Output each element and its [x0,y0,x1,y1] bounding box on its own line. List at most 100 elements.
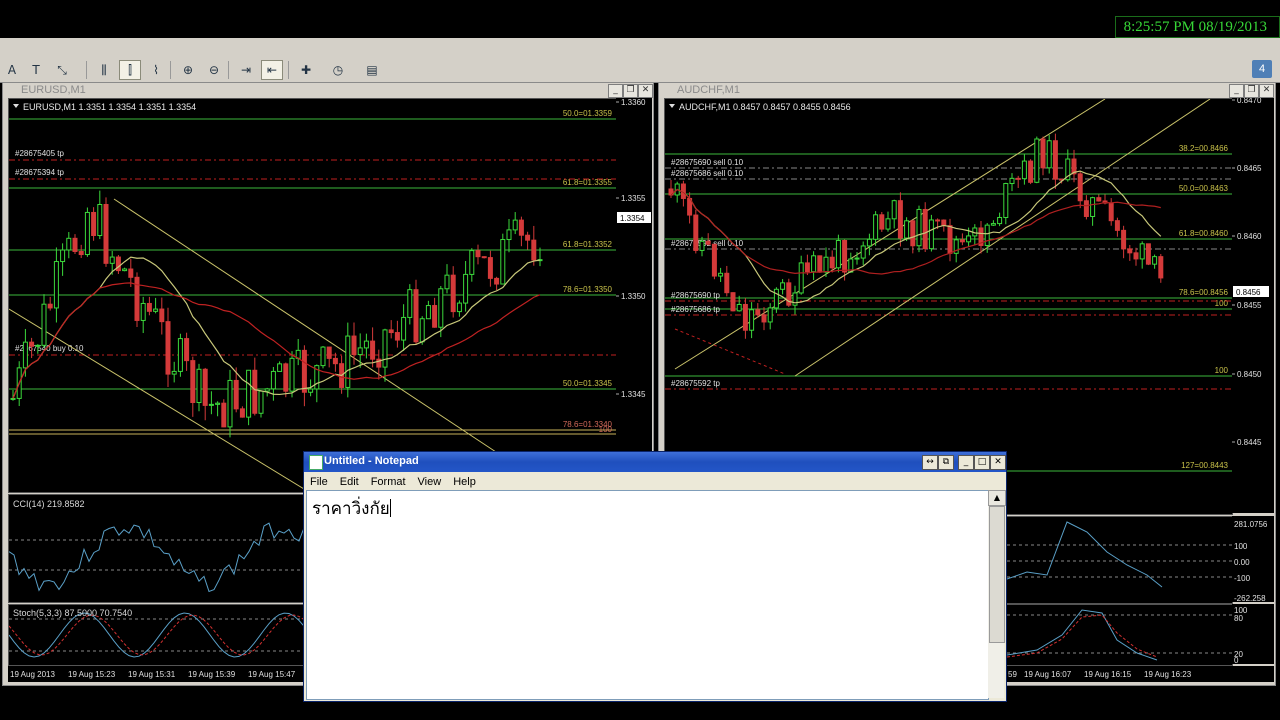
scroll-up-arrow-icon[interactable]: ▲ [988,490,1006,506]
fibo-level-label: 78.6=00.8456 [1179,288,1229,297]
cci-tick-label: -100 [1234,574,1251,583]
candle-body [1096,197,1102,202]
audchf-cci-axis: 281.0756 100 0.00 -100 -262.258 [1232,516,1274,603]
chart-shift-icon[interactable]: ⇤ [261,60,283,80]
candle-body [1114,220,1120,231]
resize-arrows-button[interactable]: ↔ [922,455,938,470]
candle-body [41,303,47,346]
candle-body [966,235,972,243]
notepad-title-bar[interactable]: Untitled - Notepad ↔ ⧉ _ □ ✕ [304,452,1006,472]
candle-body [184,338,190,362]
candle-body [413,289,419,343]
candle-body [146,302,152,312]
notepad-window[interactable]: Untitled - Notepad ↔ ⧉ _ □ ✕ File Edit For… [303,451,1007,702]
notification-badge[interactable]: 4 [1252,60,1272,78]
cci-line [8,522,305,593]
notepad-menu-bar: File Edit Format View Help [304,472,1006,490]
candle-body [165,321,171,375]
current-price-label: 1.3354 [620,214,645,223]
eurusd-window-caption: EURUSD,M1 _ ❐ ✕ [3,83,653,98]
candle-body [742,303,748,331]
text-label-icon[interactable]: T [26,61,46,79]
candle-body [332,357,338,365]
menu-help[interactable]: Help [447,473,482,491]
maximize-button[interactable]: □ [974,455,990,470]
menu-format[interactable]: Format [365,473,412,491]
minimize-button[interactable]: _ [608,84,623,98]
candle-body [755,309,761,316]
close-button[interactable]: ✕ [638,84,653,98]
audchf-stoch-pane[interactable] [1006,604,1233,666]
candle-body [730,292,736,312]
close-button[interactable]: ✕ [990,455,1006,470]
close-button[interactable]: ✕ [1259,84,1274,98]
notepad-text-area[interactable]: ราคาวิ่งกัย [306,490,989,700]
candle-body [494,277,500,285]
trend-line [674,328,786,375]
candle-body [233,379,239,410]
audchf-stoch-axis: 100 80 20 0 [1232,604,1274,665]
vertical-scrollbar[interactable]: ▲ [988,490,1006,698]
time-tick-label: 19 Aug 16:23 [1144,670,1192,679]
candle-body [947,225,953,254]
fibo-level-label: 100 [599,425,613,434]
bar-chart-icon[interactable]: ⫼ [94,61,114,79]
eurusd-cci-pane[interactable]: CCI(14) 219.8582 [8,494,305,603]
restore-button[interactable]: ❐ [1244,84,1259,98]
menu-view[interactable]: View [412,473,448,491]
candle-body [1009,177,1015,185]
zoom-in-icon[interactable]: ⊕ [178,61,198,79]
candle-body [326,346,332,359]
candle-body [401,316,407,341]
fibo-level-label: 50.0=01.3359 [563,109,613,118]
candle-body [103,203,109,264]
zoom-out-icon[interactable]: ⊖ [204,61,224,79]
candlestick-icon[interactable]: ⫿ [119,60,141,80]
order-label: #28675686 tp [671,305,720,314]
candle-body [215,402,221,405]
periods-icon[interactable]: ◷ [328,61,348,79]
candle-body [47,303,53,309]
candle-body [22,341,28,369]
candle-body [798,262,804,294]
notepad-text: ราคาวิ่งกัย [312,495,391,522]
order-label: #28675405 tp [15,149,64,158]
menu-file[interactable]: File [304,473,334,491]
cci-tick-label: 0.00 [1234,558,1250,567]
candle-body [177,338,183,372]
autoscroll-icon[interactable]: ⇥ [236,61,256,79]
restore-button[interactable]: ❐ [623,84,638,98]
arrows-icon[interactable]: ⤡ [52,61,72,79]
menu-edit[interactable]: Edit [334,473,365,491]
candle-body [289,357,295,392]
candle-body [1083,200,1089,217]
eurusd-stoch-pane[interactable]: Stoch(5,3,3) 87.5000 70.7540 [8,604,305,666]
candle-body [258,390,264,414]
toolbar-separator [228,61,229,79]
candle-body [122,268,128,272]
candle-body [475,250,481,258]
time-tick-label: 19 Aug 2013 [10,670,55,679]
minimize-button[interactable]: _ [958,455,974,470]
indicators-icon[interactable]: ✚ [296,61,316,79]
trend-line [8,308,310,493]
line-chart-icon[interactable]: ⌇ [146,61,166,79]
moving-average-line [12,282,541,399]
candle-body [1121,229,1127,250]
candle-body [227,379,233,428]
minimize-button[interactable]: _ [1229,84,1244,98]
candle-body [270,370,276,390]
candle-body [450,274,456,313]
candle-body [854,257,860,260]
candle-body [1127,248,1133,254]
candle-body [239,408,245,418]
audchf-cci-pane[interactable] [1006,516,1233,604]
eurusd-price-pane[interactable]: 50.0=01.3359 61.8=01.3355 61.8=01.3352 78.6… [8,98,617,493]
candle-body [153,308,159,312]
scroll-thumb[interactable] [989,506,1005,643]
templates-icon[interactable]: ▤ [362,61,382,79]
stoch-tick-label: 0 [1234,656,1239,664]
text-a-icon[interactable]: A [2,61,22,79]
resize-icon[interactable]: ⧉ [938,455,954,470]
candle-body [1139,243,1145,260]
